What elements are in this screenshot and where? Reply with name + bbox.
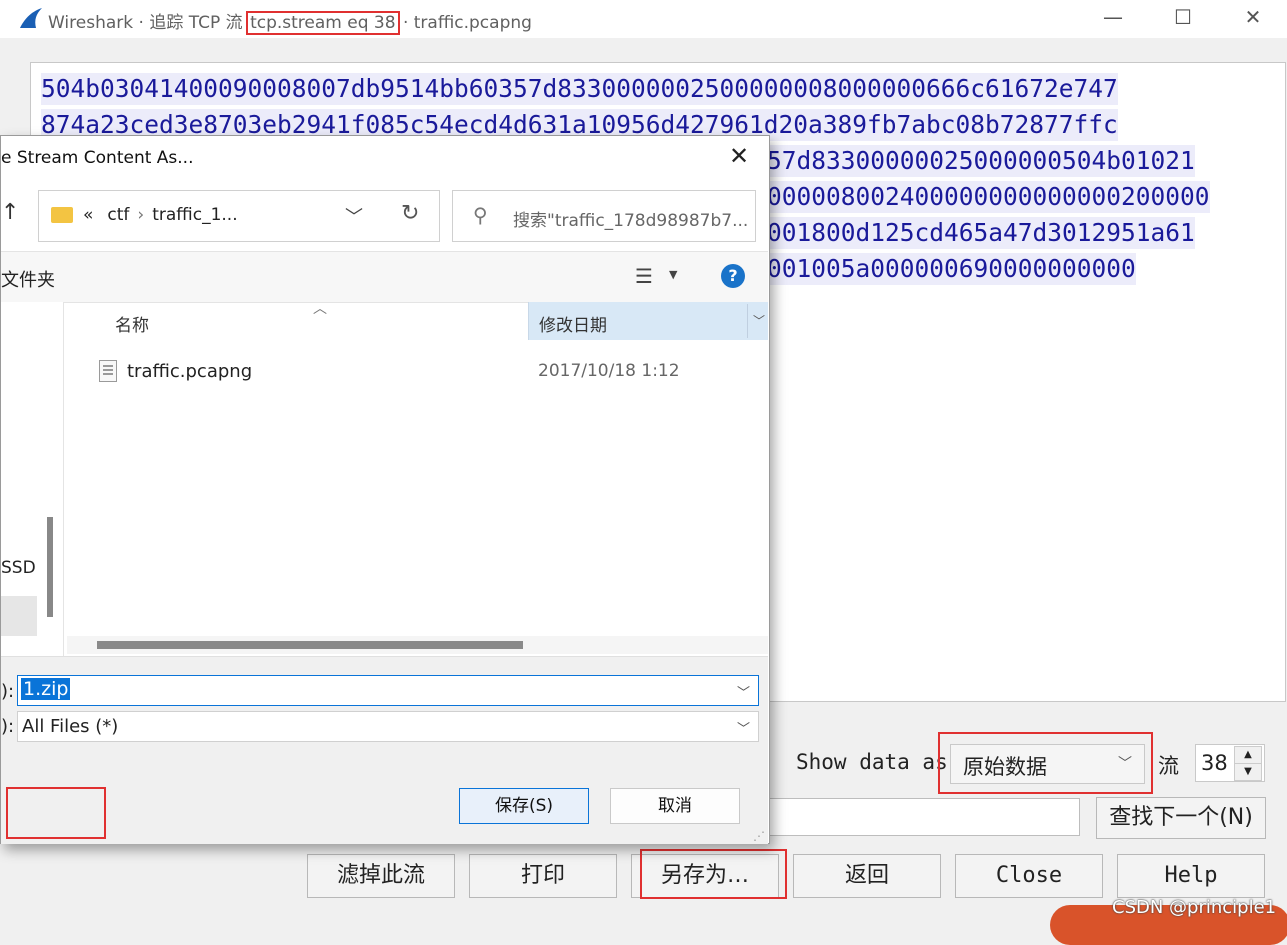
print-button[interactable]: 打印 xyxy=(469,854,617,898)
folder-icon xyxy=(51,207,73,223)
chevron-down-icon[interactable]: ﹀ xyxy=(753,312,765,329)
show-data-label: Show data as xyxy=(796,750,948,774)
close-icon[interactable]: ✕ xyxy=(1230,0,1276,36)
maximize-icon[interactable]: ☐ xyxy=(1160,0,1206,36)
title-filter-text: tcp.stream eq 38 xyxy=(246,11,400,35)
filename-value: 1.zip xyxy=(21,678,71,700)
find-next-button[interactable]: 查找下一个(N) xyxy=(1096,797,1266,839)
address-bar[interactable]: «ctf › traffic_1... ﹀ ↻ xyxy=(38,190,440,242)
filetype-value: All Files (*) xyxy=(22,716,119,737)
search-input[interactable]: ⚲ 搜索"traffic_178d98987b7... xyxy=(452,190,756,242)
filename-input[interactable]: 1.zip ﹀ xyxy=(17,675,759,706)
title-text: Wireshark · 追踪 TCP 流 xyxy=(48,13,249,33)
hex-line: 57d83300000025000000504b01021 xyxy=(767,145,1195,177)
hex-line: 000008002400000000000000200000 xyxy=(767,181,1210,213)
help-button[interactable]: Help xyxy=(1117,854,1265,898)
back-button[interactable]: 返回 xyxy=(793,854,941,898)
breadcrumb-overflow[interactable]: « xyxy=(83,205,93,225)
stream-number-value: 38 xyxy=(1201,751,1228,775)
chevron-down-icon[interactable]: ﹀ xyxy=(737,718,750,737)
filter-out-button[interactable]: 滤掉此流 xyxy=(307,854,455,898)
search-placeholder: 搜索"traffic_178d98987b7... xyxy=(513,211,749,231)
column-date-label: 修改日期 xyxy=(539,316,607,336)
help-icon[interactable]: ? xyxy=(721,264,745,288)
nav-scrollbar[interactable] xyxy=(47,517,53,617)
dialog-title: e Stream Content As... xyxy=(1,148,194,168)
minimize-icon[interactable]: — xyxy=(1090,0,1136,36)
column-header-name[interactable]: 名称 xyxy=(115,311,149,336)
chevron-down-icon[interactable]: ▼ xyxy=(669,268,677,281)
new-folder-button[interactable]: 文件夹 xyxy=(1,266,55,292)
sort-arrow-icon: ︿ xyxy=(313,301,327,317)
horizontal-scrollbar[interactable] xyxy=(67,636,768,654)
window-title: Wireshark · 追踪 TCP 流 tcp.stream eq 38 · … xyxy=(48,8,532,35)
column-divider xyxy=(747,304,748,338)
breadcrumb-traffic[interactable]: traffic_1... xyxy=(152,205,237,225)
watermark: CSDN @principle1 xyxy=(1112,897,1277,918)
cancel-button[interactable]: 取消 xyxy=(610,788,740,824)
scrollbar-thumb[interactable] xyxy=(97,641,523,649)
file-icon xyxy=(99,360,117,382)
nav-item-selected[interactable] xyxy=(1,596,37,636)
highlight-box xyxy=(640,849,787,899)
chevron-down-icon[interactable]: ﹀ xyxy=(345,203,363,229)
title-file-text: · traffic.pcapng xyxy=(397,13,532,33)
close-icon[interactable]: ✕ xyxy=(729,142,749,170)
dialog-form: ): 1.zip ﹀ ): All Files (*) ﹀ 保存(S) 取消 ⋰ xyxy=(1,656,768,844)
nav-item-ssd[interactable]: SSD xyxy=(1,558,36,578)
filetype-label: ): xyxy=(1,716,15,737)
up-arrow-icon[interactable]: ↑ xyxy=(1,200,19,225)
column-header-date[interactable]: 修改日期 ﹀ xyxy=(528,302,768,340)
close-button[interactable]: Close xyxy=(955,854,1103,898)
view-icon[interactable]: ☰ xyxy=(635,264,653,288)
hex-line: 001005a000000690000000000 xyxy=(767,253,1136,285)
file-row-name[interactable]: traffic.pcapng xyxy=(127,361,252,382)
highlight-box xyxy=(6,787,106,839)
spin-down-icon[interactable]: ▼ xyxy=(1234,763,1262,781)
find-input[interactable] xyxy=(760,798,1080,836)
save-button[interactable]: 保存(S) xyxy=(459,788,589,824)
refresh-icon[interactable]: ↻ xyxy=(401,201,419,226)
highlight-box xyxy=(938,732,1153,794)
dialog-toolbar: 文件夹 ☰ ▼ ? xyxy=(1,251,768,303)
stream-label: 流 xyxy=(1158,754,1179,778)
hex-line: 504b03041400090008007db9514bb60357d83300… xyxy=(41,73,1118,105)
title-bar: Wireshark · 追踪 TCP 流 tcp.stream eq 38 · … xyxy=(0,0,1287,38)
stream-number-spinbox[interactable]: 38 ▲ ▼ xyxy=(1195,744,1265,782)
save-stream-dialog: e Stream Content As... ✕ ↑ «ctf › traffic_… xyxy=(0,135,770,844)
spin-up-icon[interactable]: ▲ xyxy=(1234,746,1262,764)
breadcrumb-ctf[interactable]: ctf xyxy=(107,205,129,225)
breadcrumb: «ctf › traffic_1... xyxy=(83,205,238,225)
hex-line: 001800d125cd465a47d3012951a61 xyxy=(767,217,1195,249)
filetype-select[interactable]: All Files (*) ﹀ xyxy=(17,711,759,742)
resize-grip-icon[interactable]: ⋰ xyxy=(753,829,765,843)
chevron-down-icon[interactable]: ﹀ xyxy=(737,682,750,701)
filename-label: ): xyxy=(1,681,15,702)
file-row-date: 2017/10/18 1:12 xyxy=(538,361,680,381)
search-icon: ⚲ xyxy=(473,203,488,227)
wireshark-fin-icon xyxy=(20,8,42,28)
